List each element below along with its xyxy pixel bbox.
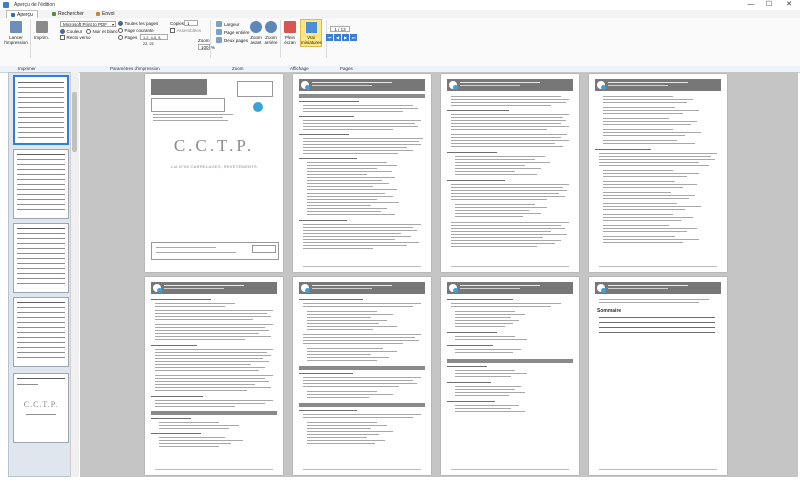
document-page-summary[interactable]: Sommaire — [589, 277, 727, 475]
document-page[interactable] — [145, 277, 283, 475]
printer-label: Imprim. — [34, 35, 49, 40]
document-page[interactable] — [441, 74, 579, 272]
radio-icon — [118, 21, 123, 27]
print-button[interactable]: Lancer l'impression — [4, 35, 28, 45]
all-pages-label: Toutes les pages — [124, 21, 159, 26]
zoom-out-icon[interactable] — [265, 21, 277, 33]
bottom-area — [0, 478, 800, 500]
two-pages-icon[interactable] — [216, 37, 222, 43]
tab-label: Rechercher — [58, 11, 84, 17]
page-thumbnail[interactable]: C.C.T.P. — [13, 373, 69, 443]
checkbox-icon — [170, 28, 175, 34]
pages-option[interactable]: Pages — [118, 35, 138, 41]
document-page[interactable] — [441, 277, 579, 475]
true-size-label: Vrai miniatures — [301, 35, 322, 45]
document-page[interactable] — [589, 74, 727, 272]
project-block — [151, 98, 225, 112]
page-thumbnail[interactable] — [13, 297, 69, 367]
tab-envoi[interactable]: Envoi — [92, 10, 119, 18]
company-block — [151, 79, 207, 95]
ribbon: Lancer l'impression Imprim. Microsoft Pr… — [0, 18, 800, 67]
revision-table — [151, 242, 279, 260]
client-logo — [237, 81, 273, 97]
first-page-button[interactable]: ⏮ — [326, 34, 333, 41]
page-thumbnail[interactable] — [13, 75, 69, 145]
full-screen-icon[interactable] — [284, 21, 296, 33]
radio-icon — [118, 35, 123, 41]
scrollbar-thumb[interactable] — [72, 92, 77, 152]
printer-settings-icon[interactable] — [36, 21, 48, 33]
send-icon — [96, 11, 100, 16]
printer-value: Microsoft Print to PDF — [63, 22, 108, 27]
pages-label: Pages — [124, 35, 138, 40]
cover-title: C.C.T.P. — [173, 136, 255, 155]
window-title: Aperçu de l'édition — [14, 2, 55, 8]
checkbox-icon — [60, 35, 65, 41]
radio-icon — [60, 29, 65, 35]
last-page-button[interactable]: ⏭ — [350, 34, 357, 41]
duplex-option[interactable]: Recto verso — [60, 35, 91, 41]
current-page-label: Page courante — [124, 28, 154, 33]
printer-icon[interactable] — [10, 21, 22, 33]
zoom-in-icon[interactable] — [250, 21, 262, 33]
separator — [30, 20, 31, 58]
page-thumbnail[interactable] — [13, 223, 69, 293]
preview-viewer[interactable]: C.C.T.P. Lot N°06 CARRELAGES, REVETEMENT… — [80, 72, 798, 477]
previous-page-button[interactable]: ◀ — [334, 34, 341, 41]
radio-icon — [86, 29, 91, 35]
thumbnail-scrollbar[interactable] — [70, 72, 79, 477]
zoom-out-button[interactable]: Zoom arrière — [263, 35, 279, 45]
page-counter[interactable]: 1 / 13 — [330, 26, 350, 32]
bw-option[interactable]: Noir et blanc — [86, 29, 118, 35]
all-pages-option[interactable]: Toutes les pages — [118, 21, 159, 27]
full-screen-button[interactable]: Plein écran — [280, 35, 300, 45]
document-page-cover[interactable]: C.C.T.P. Lot N°06 CARRELAGES, REVETEMENT… — [145, 74, 283, 272]
collate-option[interactable]: Assemblées — [170, 28, 202, 34]
chevron-down-icon: ▾ — [111, 22, 114, 27]
width-icon[interactable] — [216, 21, 222, 27]
color-label: Couleur — [66, 29, 83, 34]
document-page[interactable] — [293, 277, 431, 475]
tab-label: Envoi — [102, 11, 115, 17]
document-page[interactable] — [293, 74, 431, 272]
app-icon — [3, 2, 9, 8]
cover-subtitle: Lot N°06 CARRELAGES, REVETEMENTS — [171, 164, 257, 169]
thumbnails-icon — [306, 22, 317, 33]
printer-select[interactable]: Microsoft Print to PDF ▾ — [60, 21, 116, 27]
bw-label: Noir et blanc — [92, 29, 118, 34]
copies-input[interactable]: 1 — [184, 20, 198, 26]
summary-heading: Sommaire — [597, 308, 622, 314]
tab-rechercher[interactable]: Rechercher — [48, 10, 88, 18]
zoom-percent: % — [211, 45, 216, 50]
maximize-button[interactable]: ☐ — [762, 1, 776, 9]
true-size-button[interactable]: Vrai miniatures — [300, 19, 322, 47]
duplex-label: Recto verso — [66, 35, 91, 40]
zoom-input[interactable]: 100 — [198, 44, 210, 50]
thumbnail-panel[interactable]: C.C.T.P. — [8, 72, 78, 477]
zoom-label: Zoom — [198, 38, 210, 43]
color-option[interactable]: Couleur — [60, 29, 83, 35]
separator — [210, 20, 211, 58]
page-whole-icon[interactable] — [216, 29, 222, 35]
copies-label: Copies — [170, 21, 185, 26]
two-pages-button[interactable]: Deux pages — [224, 38, 248, 43]
radio-icon — [118, 28, 123, 34]
next-page-button[interactable]: ▶ — [342, 34, 349, 41]
width-button[interactable]: Largeur — [224, 22, 240, 27]
close-button[interactable]: ✕ — [782, 1, 796, 9]
thumbnail-cover-title: C.C.T.P. — [23, 400, 59, 409]
logo-icon — [253, 102, 263, 112]
page-thumbnail[interactable] — [13, 149, 69, 219]
zoom-in-button[interactable]: Zoom avant — [248, 35, 264, 45]
collate-label: Assemblées — [176, 28, 202, 33]
preview-icon — [11, 12, 15, 17]
page-whole-button[interactable]: Page entière — [224, 30, 250, 35]
search-icon — [52, 11, 56, 16]
pages-input[interactable]: 1-2, 4-5, 5, 22, 25 — [140, 34, 168, 46]
current-page-option[interactable]: Page courante — [118, 28, 154, 34]
minimize-button[interactable]: — — [744, 1, 758, 9]
